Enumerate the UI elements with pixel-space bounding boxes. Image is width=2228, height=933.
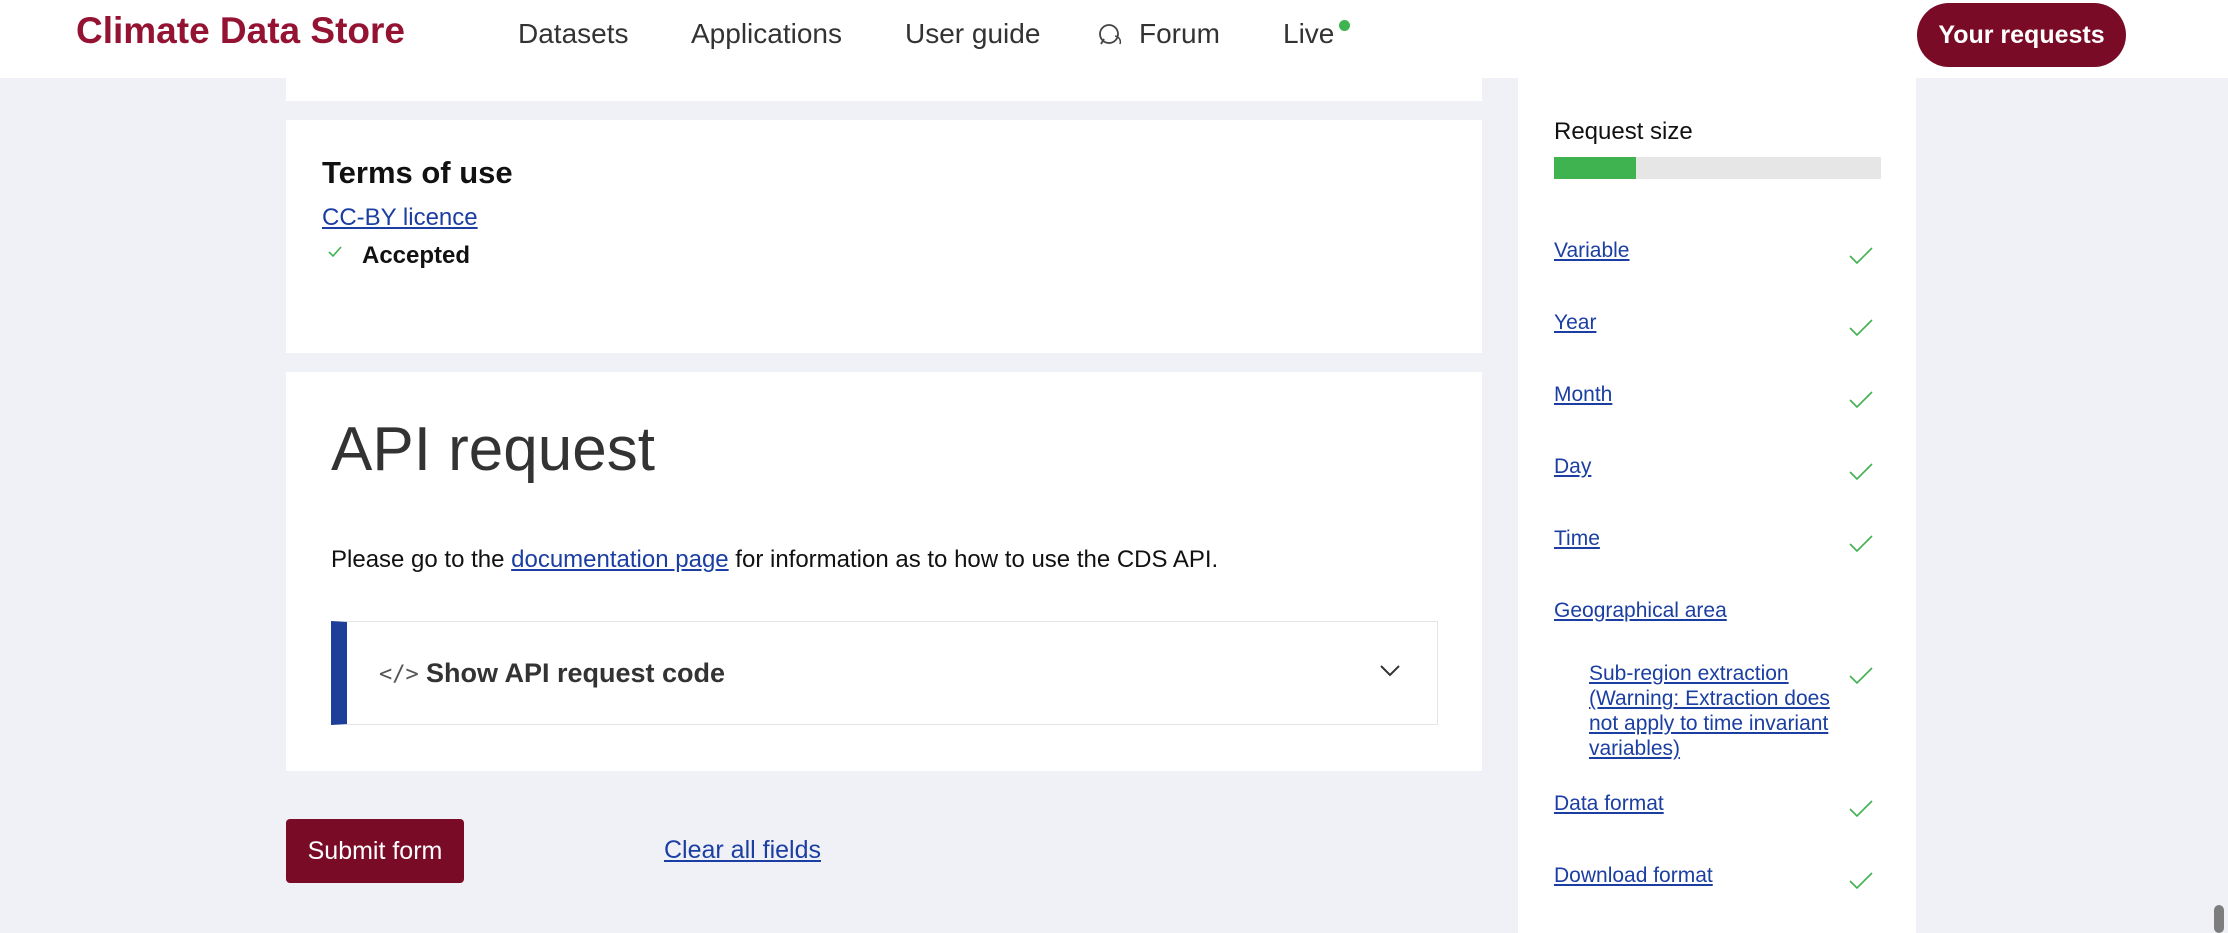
nav-forum[interactable]: Forum — [1139, 18, 1220, 50]
check-icon — [1849, 463, 1873, 481]
nav-user-guide[interactable]: User guide — [905, 18, 1040, 50]
brand-logo[interactable]: Climate Data Store — [76, 10, 405, 52]
accepted-status: Accepted — [362, 242, 471, 269]
sidebar-item-geographical-area[interactable]: Geographical area — [1554, 599, 1727, 623]
sidebar-item-download-format[interactable]: Download format — [1554, 864, 1713, 888]
terms-title: Terms of use — [322, 155, 513, 190]
request-summary-sidebar: Request size Variable Year Month Day Tim… — [1518, 78, 1916, 933]
clear-all-fields-link[interactable]: Clear all fields — [664, 836, 821, 865]
forum-icon[interactable] — [1096, 22, 1124, 50]
sidebar-item-time[interactable]: Time — [1554, 527, 1600, 551]
sidebar-item-day[interactable]: Day — [1554, 455, 1591, 479]
nav-datasets[interactable]: Datasets — [518, 18, 629, 50]
licence-link[interactable]: CC-BY licence — [322, 204, 478, 232]
request-size-fill — [1554, 157, 1636, 179]
api-request-title: API request — [331, 415, 655, 484]
request-size-label: Request size — [1554, 118, 1693, 145]
check-icon — [1849, 667, 1873, 685]
check-icon — [1849, 800, 1873, 818]
code-icon: </> — [379, 662, 419, 687]
check-icon — [1849, 391, 1873, 409]
documentation-link[interactable]: documentation page — [511, 546, 729, 573]
sidebar-item-data-format[interactable]: Data format — [1554, 792, 1664, 816]
check-icon — [1849, 319, 1873, 337]
live-status-dot — [1339, 20, 1350, 31]
nav-applications[interactable]: Applications — [691, 18, 842, 50]
api-description: Please go to the documentation page for … — [331, 546, 1218, 574]
submit-form-button[interactable]: Submit form — [286, 819, 464, 883]
check-icon — [328, 246, 342, 258]
sidebar-item-sub-region-extraction[interactable]: Sub-region extraction (Warning: Extracti… — [1589, 661, 1849, 761]
sidebar-item-year[interactable]: Year — [1554, 311, 1596, 335]
terms-of-use-card: Terms of use CC-BY licence Accepted — [286, 120, 1482, 353]
sidebar-item-month[interactable]: Month — [1554, 383, 1612, 407]
top-header: Climate Data Store Datasets Applications… — [0, 0, 2228, 78]
chevron-down-icon[interactable] — [1379, 664, 1401, 678]
page-scrollbar[interactable] — [2214, 905, 2224, 933]
api-desc-text-before: Please go to the — [331, 546, 512, 573]
sidebar-item-variable[interactable]: Variable — [1554, 239, 1630, 263]
api-desc-text-after: for information as to how to use the CDS… — [728, 546, 1219, 573]
api-request-card: API request Please go to the documentati… — [286, 372, 1482, 771]
request-size-bar — [1554, 157, 1881, 179]
check-icon — [1849, 872, 1873, 890]
your-requests-button[interactable]: Your requests — [1917, 3, 2126, 67]
check-icon — [1849, 247, 1873, 265]
show-api-code-label: Show API request code — [426, 658, 726, 688]
check-icon — [1849, 535, 1873, 553]
nav-live[interactable]: Live — [1283, 18, 1334, 50]
show-api-code-toggle[interactable]: </> Show API request code — [331, 621, 1438, 725]
